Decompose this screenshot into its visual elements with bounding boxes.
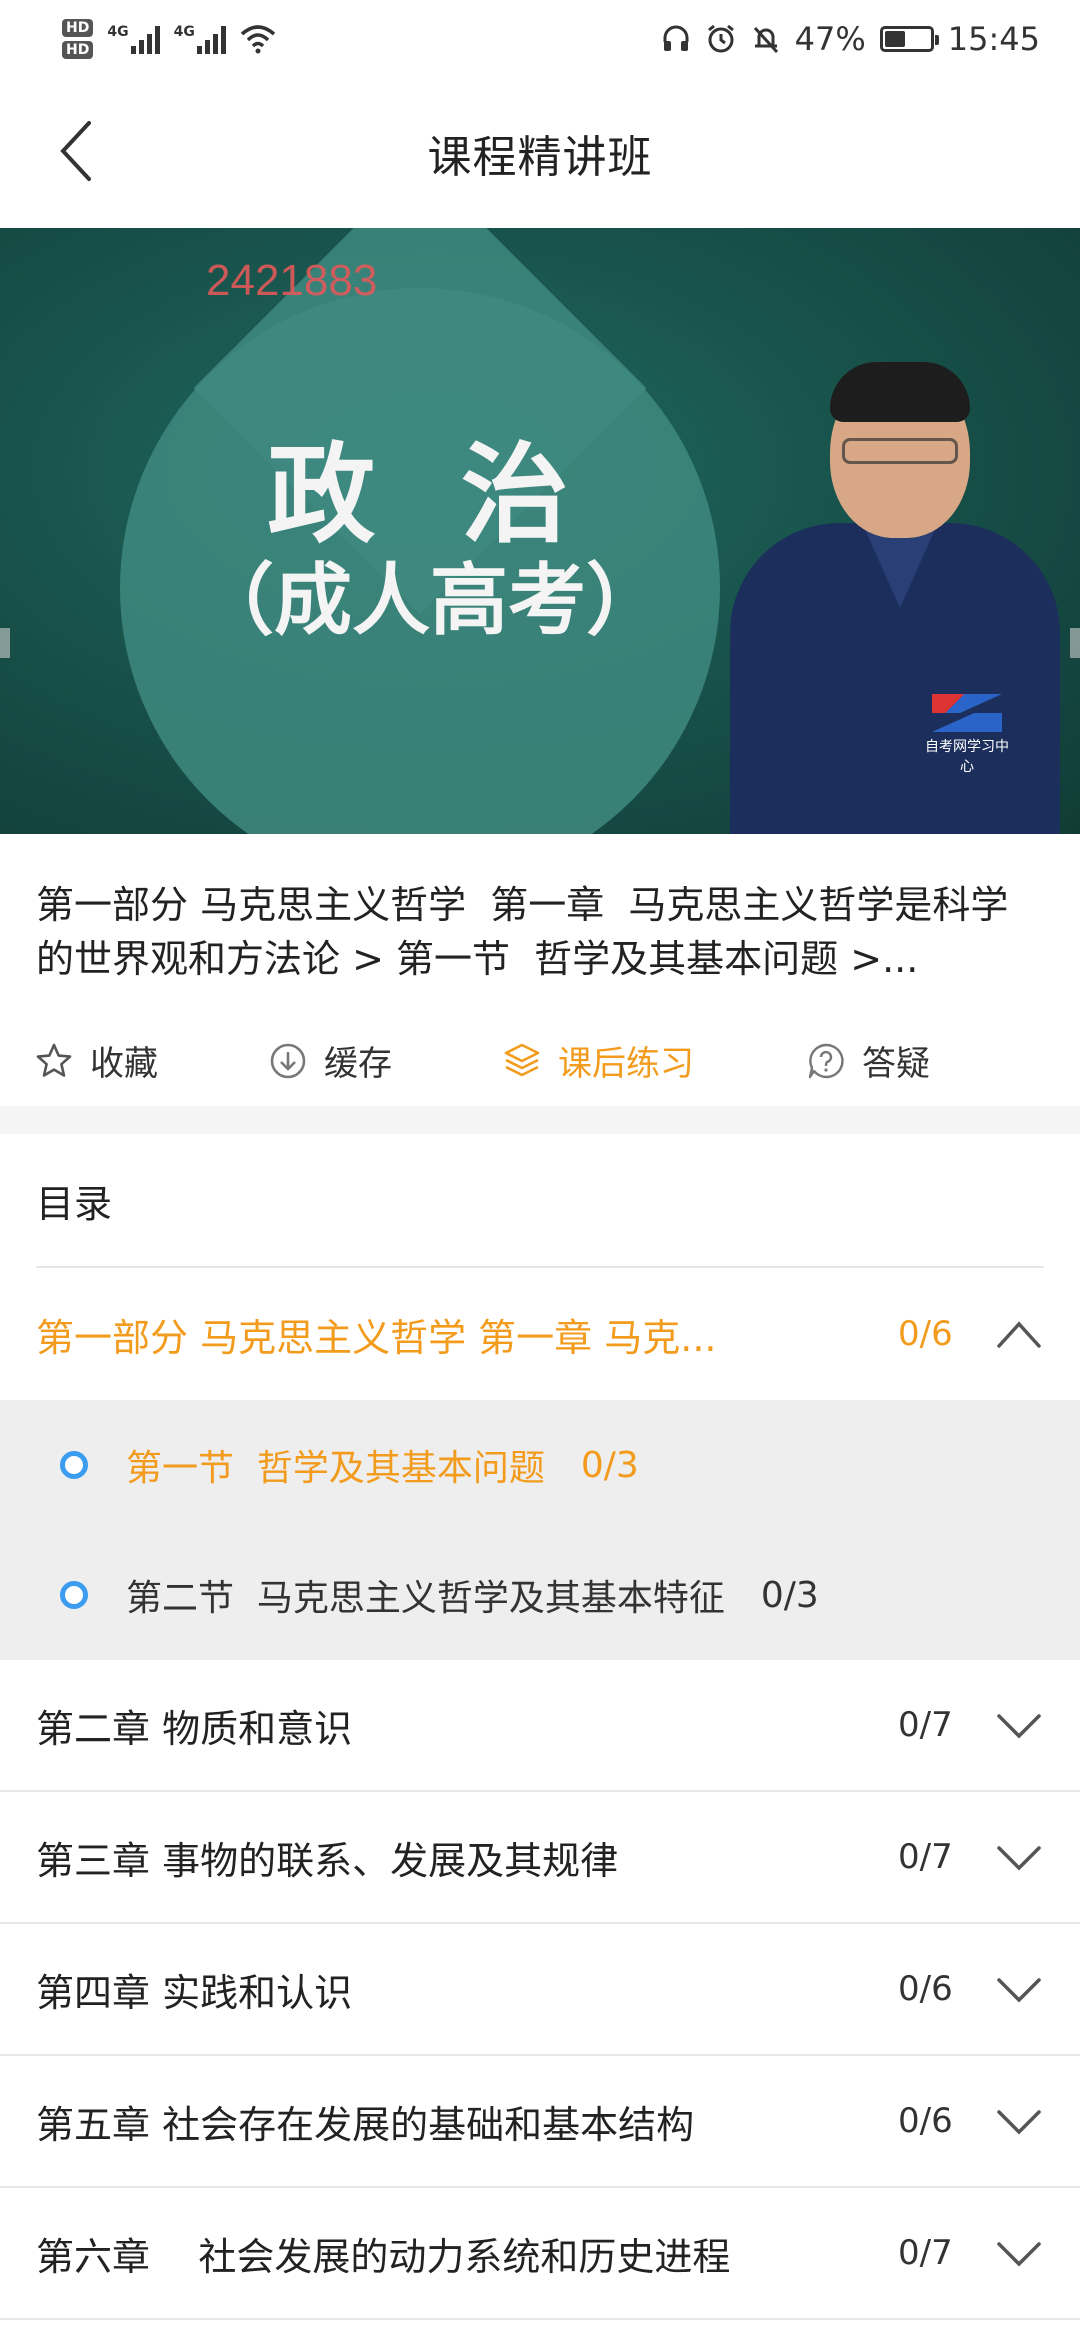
chevron-left-icon <box>60 121 91 181</box>
chapter-title: 第二章 物质和意识 <box>36 1706 353 1751</box>
chapter-title: 第五章 社会存在发展的基础和基本结构 <box>36 2102 695 2147</box>
app-header: 课程精讲班 <box>0 78 1080 228</box>
chapter-progress: 0/7 <box>898 1705 953 1745</box>
hd2-label: HD <box>62 41 94 59</box>
video-player[interactable]: 2421883 政 治 （成人高考） 自考网学习中心 <box>0 228 1080 834</box>
wifi-icon <box>240 25 275 54</box>
hd-indicator: HD HD <box>62 19 94 59</box>
hd1-label: HD <box>62 19 94 37</box>
chapter-title: 第六章 社会发展的动力系统和历史进程 <box>36 2234 731 2279</box>
question-icon <box>808 1043 844 1078</box>
chapter-item[interactable]: 第二章 物质和意识 0/7 <box>0 1660 1080 1792</box>
battery-percent: 47% <box>794 20 866 58</box>
qa-label: 答疑 <box>862 1044 930 1084</box>
chapter-title: 第三章 事物的联系、发展及其规律 <box>36 1838 619 1883</box>
catalog: 目录 第一部分 马克思主义哲学 第一章 马克... 0/6 第一节 哲学及其基本… <box>0 1134 1080 2320</box>
clock: 15:45 <box>947 20 1040 58</box>
section-item[interactable]: 第一节 哲学及其基本问题 0/3 <box>0 1400 1080 1530</box>
net2-label: 4G <box>173 24 195 40</box>
catalog-title: 目录 <box>36 1181 113 1226</box>
chevron-down-icon[interactable] <box>996 1970 1042 2010</box>
section-progress: 0/3 <box>760 1574 819 1616</box>
chapter-title: 第四章 实践和认识 <box>36 1970 353 2015</box>
section-progress: 0/3 <box>580 1444 639 1486</box>
lesson-info: 第一部分 马克思主义哲学 第一章 马克思主义哲学是科学的世界观和方法论 > 第一… <box>0 834 1080 1106</box>
chapter-item[interactable]: 第六章 社会发展的动力系统和历史进程 0/7 <box>0 2188 1080 2320</box>
battery-fill <box>884 31 906 47</box>
qa-button[interactable]: 答疑 <box>806 1036 930 1085</box>
layers-icon <box>504 1043 540 1076</box>
favorite-label: 收藏 <box>90 1044 158 1084</box>
action-bar: 收藏 缓存 课后练习 答疑 <box>0 1020 1080 1100</box>
section-gap <box>0 1106 1080 1134</box>
status-bar: HD HD 4G 4G 47% 15:45 <box>0 0 1080 78</box>
section-dot-icon <box>60 1581 88 1609</box>
chapter-item[interactable]: 第四章 实践和认识 0/6 <box>0 1924 1080 2056</box>
download-label: 缓存 <box>324 1044 392 1084</box>
chapter-progress: 0/7 <box>898 1837 953 1877</box>
video-subtitle: （成人高考） <box>195 556 664 646</box>
chapter-title: 第一部分 马克思主义哲学 第一章 马克... <box>36 1315 717 1360</box>
brand-logo: 自考网学习中心 <box>922 694 1012 776</box>
section-item[interactable]: 第二节 马克思主义哲学及其基本特征 0/3 <box>0 1530 1080 1660</box>
signal1-icon: 4G <box>107 24 160 54</box>
chapter-item[interactable]: 第一部分 马克思主义哲学 第一章 马克... 0/6 <box>0 1268 1080 1400</box>
chevron-up-icon[interactable] <box>996 1314 1042 1354</box>
favorite-button[interactable]: 收藏 <box>34 1036 158 1085</box>
download-icon <box>270 1043 306 1078</box>
alarm-icon <box>707 24 734 53</box>
battery-icon <box>879 26 939 52</box>
chapter-item[interactable]: 第五章 社会存在发展的基础和基本结构 0/6 <box>0 2056 1080 2188</box>
brand-logo-text: 自考网学习中心 <box>925 739 1009 775</box>
exercise-label: 课后练习 <box>558 1044 694 1084</box>
chapter-progress: 0/6 <box>898 1314 953 1354</box>
net1-label: 4G <box>107 24 129 40</box>
video-watermark-id: 2421883 <box>206 256 378 305</box>
exercise-button[interactable]: 课后练习 <box>502 1036 694 1085</box>
back-button[interactable] <box>40 116 110 186</box>
chapter-progress: 0/7 <box>898 2233 953 2273</box>
chevron-down-icon[interactable] <box>996 1838 1042 1878</box>
download-button[interactable]: 缓存 <box>268 1036 392 1085</box>
section-list: 第一节 哲学及其基本问题 0/3 第二节 马克思主义哲学及其基本特征 0/3 <box>0 1400 1080 1660</box>
chevron-down-icon[interactable] <box>996 2102 1042 2142</box>
section-title: 第一节 哲学及其基本问题 <box>126 1448 545 1489</box>
signal2-icon: 4G <box>174 24 226 54</box>
chapter-progress: 0/6 <box>898 2101 953 2141</box>
section-title: 第二节 马克思主义哲学及其基本特征 <box>126 1578 725 1619</box>
chevron-down-icon[interactable] <box>996 1706 1042 1746</box>
section-dot-icon <box>60 1451 88 1479</box>
headphones-icon <box>663 25 689 51</box>
page-title: 课程精讲班 <box>427 132 653 183</box>
lesson-breadcrumb: 第一部分 马克思主义哲学 第一章 马克思主义哲学是科学的世界观和方法论 > 第一… <box>36 883 1009 981</box>
star-icon <box>36 1043 72 1077</box>
mute-icon <box>753 26 778 54</box>
chapter-progress: 0/6 <box>898 1969 953 2009</box>
chevron-down-icon[interactable] <box>996 2234 1042 2274</box>
chapter-item[interactable]: 第三章 事物的联系、发展及其规律 0/7 <box>0 1792 1080 1924</box>
